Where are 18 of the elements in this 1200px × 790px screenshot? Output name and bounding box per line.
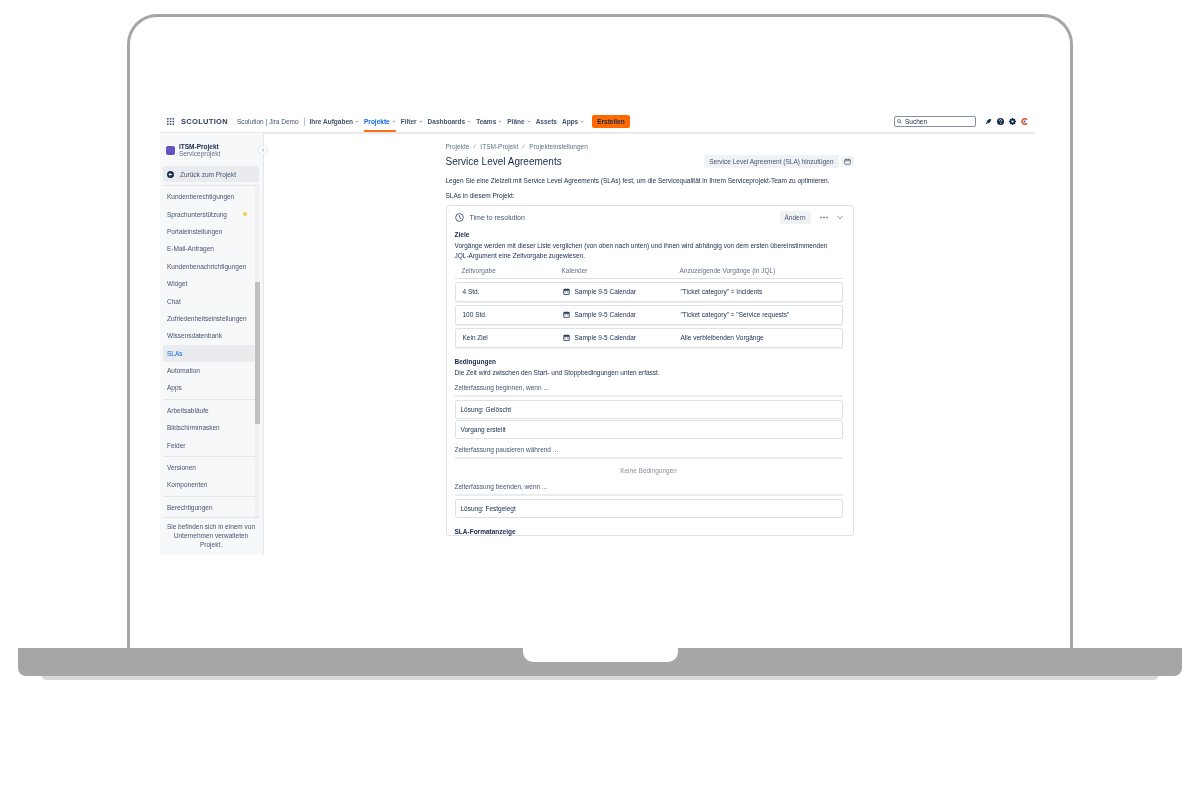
more-options-icon[interactable]: [819, 215, 828, 219]
calendar-icon: [562, 334, 570, 341]
app-grid-icon[interactable]: [167, 117, 174, 125]
breadcrumb-separator-icon: [522, 144, 526, 149]
breadcrumb-separator-icon: [473, 144, 477, 149]
calendar-icon: [562, 288, 570, 295]
settings-icon[interactable]: [1009, 117, 1016, 125]
project-avatar-icon: [166, 145, 175, 155]
rocket-icon[interactable]: [985, 117, 992, 125]
help-icon[interactable]: [997, 117, 1004, 125]
chevron-left-icon: [261, 148, 265, 152]
calendar-button[interactable]: [840, 156, 854, 167]
clock-icon: [454, 212, 464, 222]
profile-logo-icon[interactable]: [1021, 117, 1028, 125]
search-icon: [897, 118, 902, 124]
calendar-icon: [562, 311, 570, 318]
back-arrow-icon: [167, 170, 174, 178]
page-title: Service Level Agreements: [445, 156, 563, 167]
